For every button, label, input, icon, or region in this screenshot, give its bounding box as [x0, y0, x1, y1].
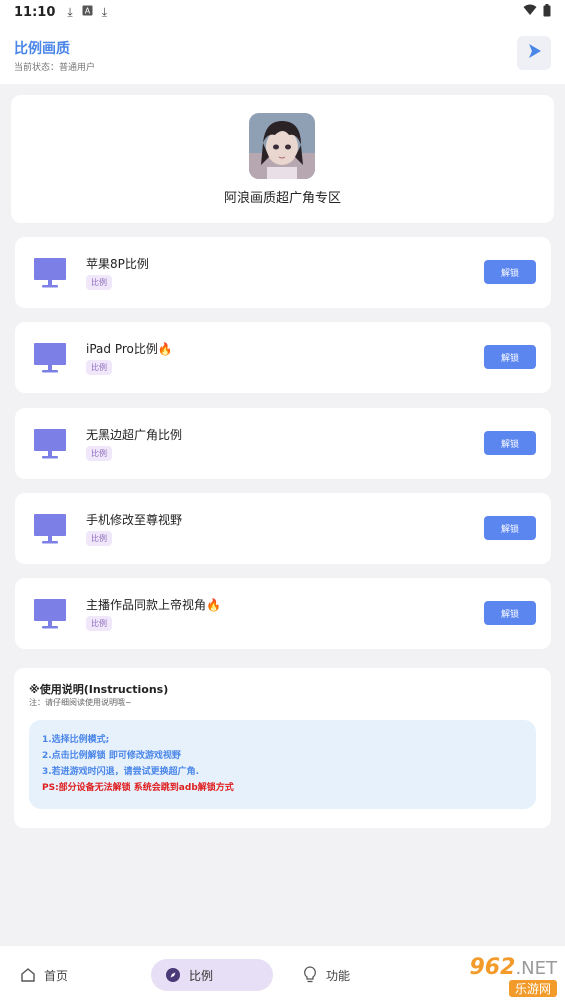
instruction-warning: PS:部分设备无法解锁 系统会跳到adb解锁方式: [42, 783, 234, 793]
instructions-note: 注：请仔细阅读使用说明哦~: [29, 698, 132, 707]
hero-card: 阿浪画质超广角专区: [11, 95, 554, 223]
item-tag: 比例: [86, 531, 112, 546]
watermark-text: 乐游网: [508, 980, 557, 997]
list-item: 无黑边超广角比例 比例 解锁: [15, 408, 551, 479]
compass-icon: [165, 967, 181, 983]
item-title: 主播作品同款上帝视角🔥: [86, 596, 221, 613]
instructions-card: ※使用说明(Instructions) 注：请仔细阅读使用说明哦~ 1.选择比例…: [14, 668, 551, 828]
unlock-button[interactable]: 解锁: [484, 345, 536, 369]
nav-label: 比例: [189, 968, 214, 983]
instruction-line: 2.点击比例解锁 即可修改游戏视野: [42, 751, 181, 761]
instructions-box: 1.选择比例模式; 2.点击比例解锁 即可修改游戏视野 3.若进游戏时闪退，请尝…: [29, 720, 536, 809]
wifi-icon: [523, 4, 537, 20]
monitor-icon: [33, 598, 67, 630]
instruction-line: 3.若进游戏时闪退，请尝试更换超广角.: [42, 767, 200, 777]
monitor-icon: [33, 513, 67, 545]
monitor-icon: [33, 428, 67, 460]
list-item: 手机修改至尊视野 比例 解锁: [15, 493, 551, 564]
battery-icon: [543, 3, 551, 21]
item-tag: 比例: [86, 360, 112, 375]
avatar: [249, 113, 315, 179]
item-title: 苹果8P比例: [86, 257, 149, 271]
status-time: 11:10: [14, 4, 56, 20]
unlock-button[interactable]: 解锁: [484, 516, 536, 540]
nav-label: 首页: [44, 968, 69, 983]
list-item: iPad Pro比例🔥 比例 解锁: [15, 322, 551, 393]
watermark: 962.NET 乐游网: [425, 948, 565, 1004]
item-title: 无黑边超广角比例: [86, 428, 183, 442]
lightbulb-icon: [302, 966, 318, 984]
instructions-title: ※使用说明(Instructions): [29, 683, 169, 696]
svg-text:A: A: [84, 7, 90, 16]
item-title: 手机修改至尊视野: [86, 513, 183, 527]
list-item: 主播作品同款上帝视角🔥 比例 解锁: [15, 578, 551, 649]
item-title: iPad Pro比例🔥: [86, 340, 173, 357]
item-title-text: iPad Pro比例: [86, 342, 158, 356]
page-title: 比例画质: [14, 41, 70, 57]
status-bar: 11:10 ⤓ A ⤓: [0, 0, 565, 24]
home-icon: [20, 967, 36, 983]
item-tag: 比例: [86, 616, 112, 631]
bottom-nav: 首页 比例 功能 962.NET 乐游网: [0, 946, 565, 1004]
download-icon: ⤓: [101, 4, 108, 19]
play-button[interactable]: [517, 36, 551, 70]
a-icon: A: [82, 5, 93, 19]
monitor-icon: [33, 342, 67, 374]
watermark-number: 962: [469, 955, 516, 980]
instruction-line: 1.选择比例模式;: [42, 735, 110, 745]
unlock-button[interactable]: 解锁: [484, 601, 536, 625]
flame-icon: 🔥: [157, 342, 173, 356]
nav-item-home[interactable]: 首页: [20, 959, 68, 991]
hero-title: 阿浪画质超广角专区: [223, 191, 341, 206]
item-tag: 比例: [86, 446, 112, 461]
watermark-suffix: .NET: [515, 958, 557, 979]
nav-label: 功能: [326, 968, 351, 983]
item-tag: 比例: [86, 275, 112, 290]
nav-item-features[interactable]: 功能: [302, 959, 350, 991]
download-icon: ⤓: [67, 4, 73, 19]
play-icon: [526, 43, 542, 63]
unlock-button[interactable]: 解锁: [484, 431, 536, 455]
item-title-text: 主播作品同款上帝视角: [86, 598, 207, 612]
nav-item-ratio[interactable]: 比例: [151, 959, 273, 991]
unlock-button[interactable]: 解锁: [484, 260, 536, 284]
user-status: 当前状态：普通用户: [14, 63, 96, 73]
flame-icon: 🔥: [206, 598, 221, 612]
monitor-icon: [33, 257, 67, 289]
app-bar: 比例画质 当前状态：普通用户: [0, 24, 565, 84]
list-item: 苹果8P比例 比例 解锁: [15, 237, 551, 308]
